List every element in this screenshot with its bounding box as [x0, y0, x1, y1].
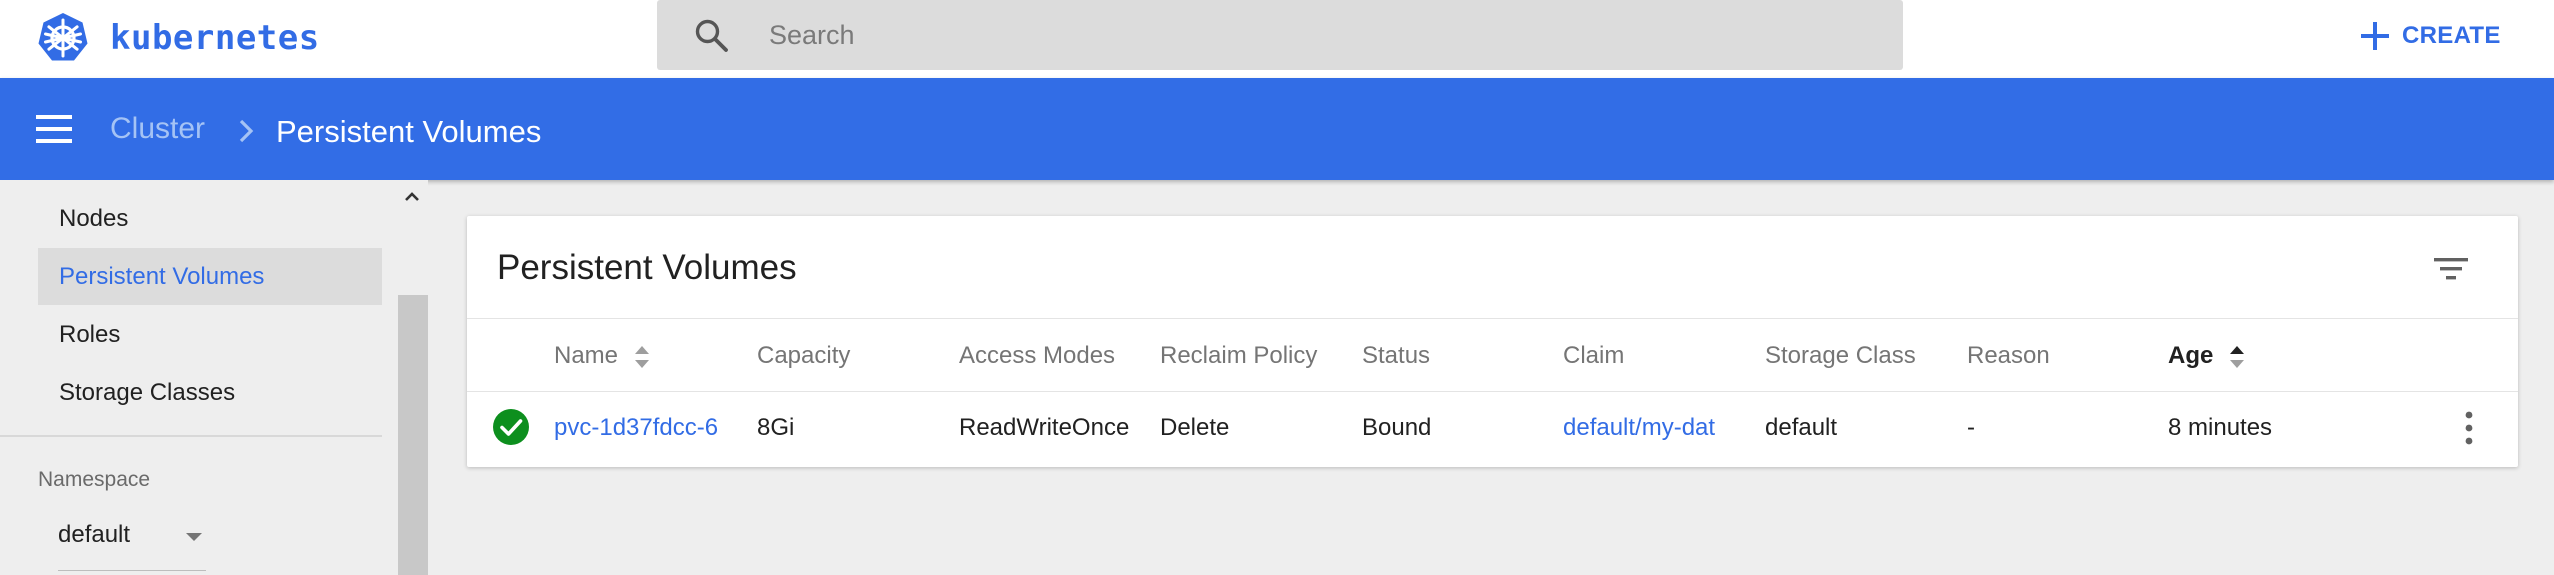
chevron-up-icon[interactable] — [401, 186, 423, 206]
chevron-right-icon — [239, 119, 254, 143]
column-header-label: Access Modes — [959, 342, 1116, 369]
card-title: Persistent Volumes — [497, 248, 797, 287]
column-header-label: Name — [554, 342, 619, 369]
sidebar-item-label: Roles — [59, 321, 121, 348]
hamburger-menu-icon[interactable] — [34, 110, 74, 148]
caret-down-icon — [186, 533, 202, 541]
pv-name-link[interactable]: pvc-1d37fdcc-6 — [554, 414, 740, 442]
plus-icon — [2361, 22, 2389, 50]
pv-claim-link[interactable]: default/my-dat — [1563, 414, 1735, 442]
sidebar-scrollbar-thumb[interactable] — [398, 295, 428, 575]
brand-name: kubernetes — [110, 18, 320, 58]
breadcrumb-parent[interactable]: Cluster — [110, 112, 205, 146]
pv-status: Bound — [1362, 414, 1432, 441]
column-header-capacity: Capacity — [757, 342, 850, 370]
column-header-claim: Claim — [1563, 342, 1624, 370]
more-vertical-icon[interactable] — [2462, 409, 2476, 447]
column-header-reclaim-policy: Reclaim Policy — [1160, 342, 1317, 370]
kubernetes-helm-icon — [38, 13, 88, 61]
namespace-select[interactable]: default — [58, 517, 206, 562]
column-header-status: Status — [1362, 342, 1430, 370]
table-header-divider — [467, 391, 2518, 392]
column-header-name[interactable]: Name — [554, 342, 651, 371]
column-header-label: Reclaim Policy — [1160, 342, 1318, 369]
column-header-label: Reason — [1967, 342, 2050, 369]
sidebar: Nodes Persistent Volumes Roles Storage C… — [0, 180, 396, 575]
create-button[interactable]: CREATE — [2358, 14, 2501, 58]
column-header-storage-class: Storage Class — [1765, 342, 1916, 370]
card-header-divider — [467, 318, 2518, 319]
top-bar: kubernetes CREATE — [0, 0, 2554, 78]
column-header-access-modes: Access Modes — [959, 342, 1115, 370]
sidebar-item-storage-classes[interactable]: Storage Classes — [38, 364, 382, 421]
pv-access-modes: ReadWriteOnce — [959, 414, 1130, 441]
filter-list-icon[interactable] — [2430, 252, 2472, 286]
column-header-label: Capacity — [757, 342, 851, 369]
search-bar[interactable] — [657, 0, 1903, 70]
sidebar-item-label: Nodes — [59, 205, 129, 232]
pv-reason: - — [1967, 414, 1975, 441]
sidebar-item-label: Persistent Volumes — [59, 263, 265, 290]
namespace-value: default — [58, 521, 131, 548]
sidebar-divider — [0, 435, 382, 437]
column-header-label: Storage Class — [1765, 342, 1916, 369]
column-header-label: Status — [1362, 342, 1431, 369]
sidebar-item-persistent-volumes[interactable]: Persistent Volumes — [38, 248, 382, 305]
column-header-age[interactable]: Age — [2168, 342, 2246, 371]
search-icon — [695, 19, 728, 52]
persistent-volumes-card: Persistent Volumes Name Capacity Access … — [467, 216, 2518, 467]
brand[interactable]: kubernetes — [36, 8, 320, 68]
sidebar-item-nodes[interactable]: Nodes — [38, 190, 382, 247]
pv-capacity: 8Gi — [757, 414, 795, 441]
namespace-underline — [58, 570, 206, 571]
search-input[interactable] — [769, 12, 1869, 58]
column-header-label: Age — [2168, 342, 2214, 369]
create-label: CREATE — [2402, 22, 2501, 49]
sort-icon[interactable] — [2228, 343, 2246, 371]
check-circle-icon — [493, 409, 529, 445]
column-header-reason: Reason — [1967, 342, 2050, 370]
pv-reclaim-policy: Delete — [1160, 414, 1230, 441]
sidebar-item-label: Storage Classes — [59, 379, 236, 406]
column-header-label: Claim — [1563, 342, 1625, 369]
namespace-label: Namespace — [38, 468, 151, 491]
sidebar-item-roles[interactable]: Roles — [38, 306, 382, 363]
breadcrumb-current: Persistent Volumes — [276, 114, 542, 149]
nav-bar: Cluster Persistent Volumes — [0, 78, 2554, 180]
pv-age: 8 minutes — [2168, 414, 2273, 441]
pv-storage-class: default — [1765, 414, 1838, 441]
sort-icon[interactable] — [633, 343, 651, 371]
